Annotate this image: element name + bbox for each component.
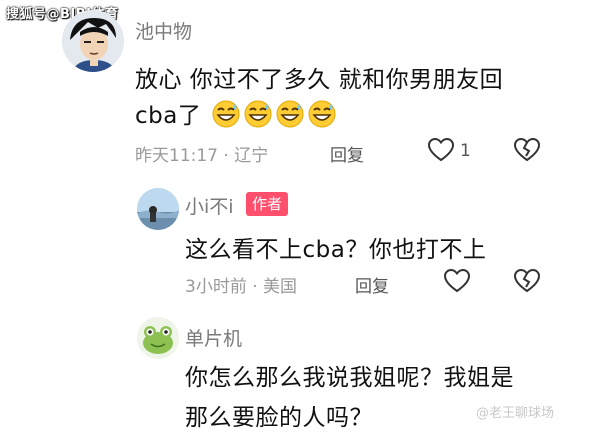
like-count: 1 bbox=[460, 141, 471, 161]
username[interactable]: 单片机 bbox=[185, 324, 242, 351]
username[interactable]: 小i不i bbox=[185, 192, 234, 219]
like-heart-icon[interactable] bbox=[443, 268, 471, 298]
comment-text-line: 你怎么那么我说我姐呢？我姐是 bbox=[185, 365, 514, 391]
comment-meta: 昨天11:17 · 辽宁 bbox=[135, 146, 269, 166]
grinning-sweat-emoji bbox=[211, 99, 241, 135]
watermark-bottom: @老王聊球场 bbox=[476, 406, 555, 421]
reply-button[interactable]: 回复 bbox=[330, 141, 364, 166]
avatar-user-2[interactable] bbox=[137, 188, 179, 230]
grinning-sweat-emoji bbox=[307, 99, 337, 135]
dislike-broken-heart-icon[interactable] bbox=[513, 268, 541, 298]
comment-text-line: 那么要脸的人吗？ bbox=[185, 405, 373, 431]
username[interactable]: 池中物 bbox=[135, 17, 192, 44]
like-heart-icon[interactable] bbox=[427, 137, 455, 167]
grinning-sweat-emoji bbox=[275, 99, 305, 135]
comment-text-fragment: cba了 bbox=[135, 103, 202, 129]
grinning-sweat-emoji bbox=[243, 99, 273, 135]
author-badge: 作者 bbox=[246, 192, 289, 216]
avatar-user-3[interactable] bbox=[137, 317, 179, 359]
comment-meta: 3小时前 · 美国 bbox=[185, 277, 298, 297]
comment-text-line: cba了 bbox=[135, 96, 337, 135]
avatar-user-1[interactable] bbox=[62, 10, 124, 72]
dislike-broken-heart-icon[interactable] bbox=[513, 137, 541, 167]
reply-button[interactable]: 回复 bbox=[355, 272, 389, 297]
comment-text-line: 这么看不上cba？你也打不上 bbox=[185, 237, 487, 263]
comment-text-line: 放心 你过不了多久 就和你男朋友回 bbox=[135, 67, 504, 93]
